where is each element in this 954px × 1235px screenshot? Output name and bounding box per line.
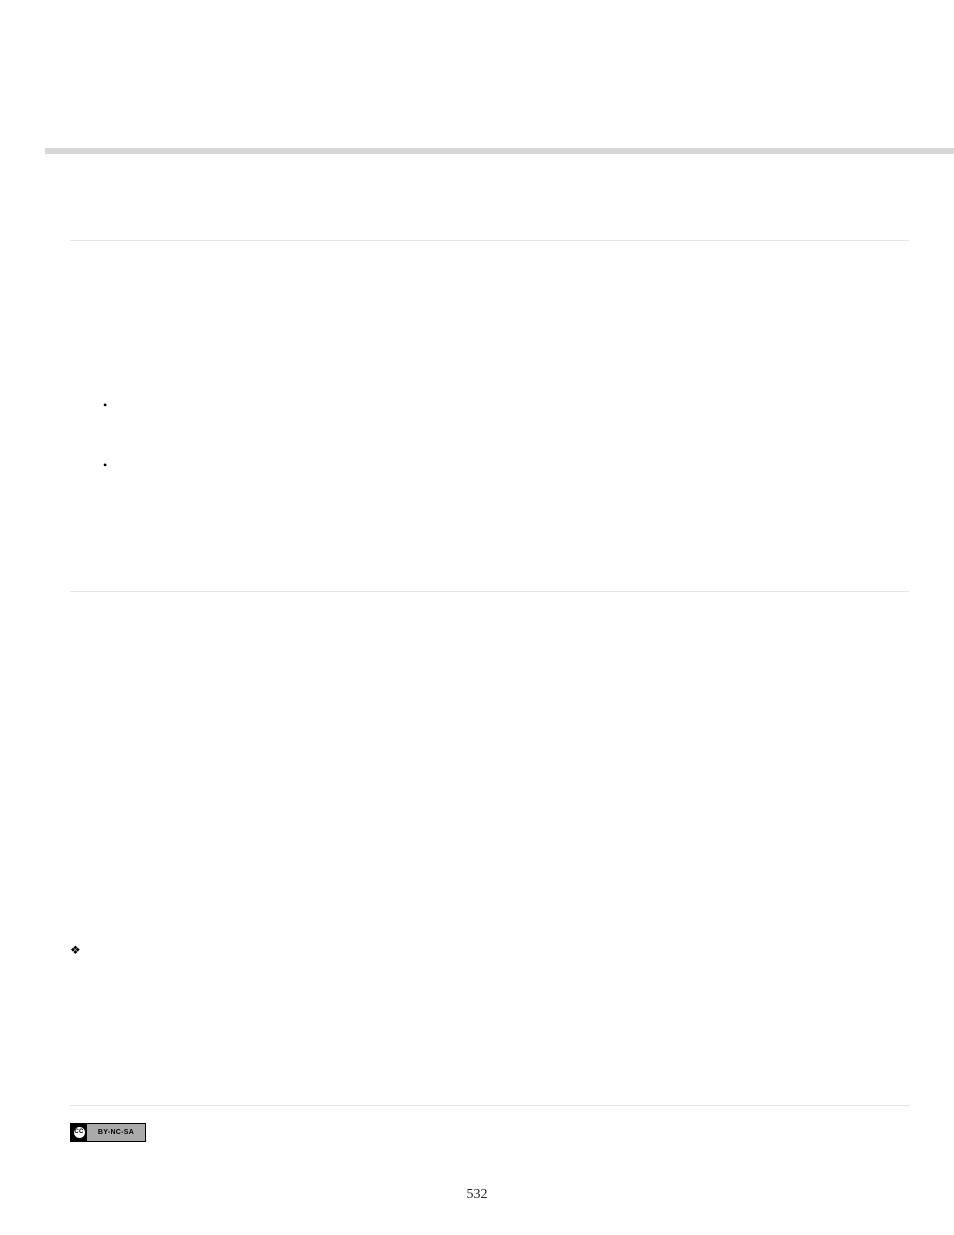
cc-mark: CC — [74, 1127, 85, 1138]
intro-section — [70, 241, 909, 591]
header-rule — [45, 148, 954, 154]
bullet-list — [70, 399, 909, 479]
list-item — [70, 399, 909, 419]
cc-license-badge: CC BY-NC-SA — [70, 1123, 146, 1142]
body-section — [70, 592, 909, 1105]
list-item — [70, 459, 909, 479]
page-number: 532 — [0, 1187, 954, 1203]
cc-logo-icon: CC — [71, 1124, 87, 1141]
cc-terms: BY-NC-SA — [87, 1124, 145, 1141]
main-content: CC BY-NC-SA — [70, 200, 909, 1142]
diamond-list-item — [70, 943, 909, 963]
